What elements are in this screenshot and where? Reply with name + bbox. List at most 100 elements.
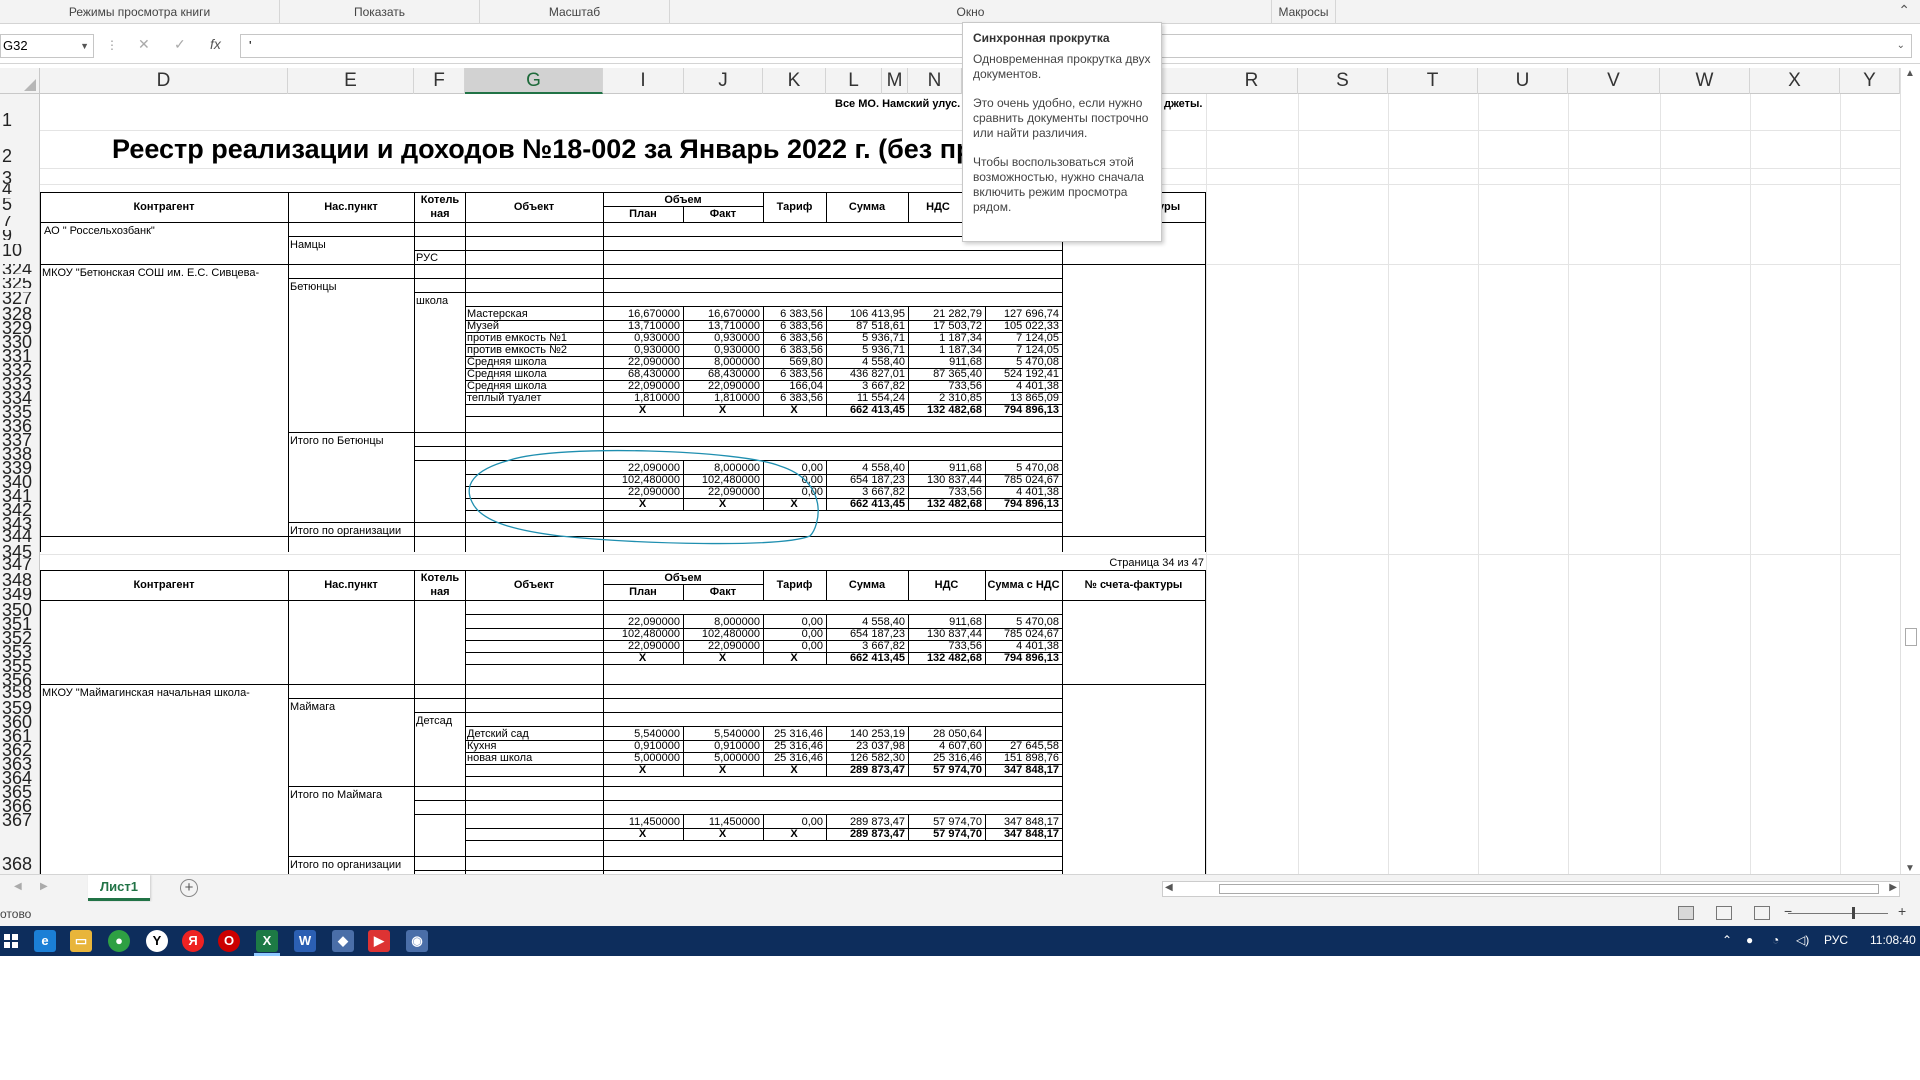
col-header[interactable]: K	[763, 68, 826, 94]
chevron-down-icon[interactable]: ▼	[80, 35, 89, 57]
row-header[interactable]: 5	[0, 198, 39, 210]
edge-icon[interactable]: e	[34, 930, 56, 952]
row-header[interactable]: 351	[0, 616, 39, 630]
col-header[interactable]: F	[414, 68, 465, 94]
scroll-up-icon[interactable]: ▲	[1905, 68, 1915, 79]
col-header[interactable]: M	[882, 68, 908, 94]
row-header[interactable]: 355	[0, 658, 39, 672]
row-header[interactable]: 329	[0, 320, 39, 334]
row-header[interactable]: 350	[0, 602, 39, 616]
row-header[interactable]: 347	[0, 558, 39, 570]
row-header[interactable]: 343	[0, 516, 39, 530]
word-icon[interactable]: W	[294, 930, 316, 952]
next-sheet-icon[interactable]: ▶	[40, 881, 48, 892]
col-header[interactable]: I	[603, 68, 684, 94]
row-header[interactable]: 7	[0, 216, 39, 226]
col-header[interactable]: U	[1478, 68, 1568, 94]
col-header[interactable]: E	[288, 68, 414, 94]
page-layout-view-icon[interactable]	[1716, 906, 1732, 920]
row-header[interactable]: 353	[0, 644, 39, 658]
row-header[interactable]: 336	[0, 418, 39, 432]
zoom-out-icon[interactable]: −	[1784, 903, 1792, 919]
row-header[interactable]: 4	[0, 184, 39, 194]
row-header[interactable]: 325	[0, 278, 39, 288]
ribbon-group-macros[interactable]: Макросы	[1272, 0, 1336, 24]
page-break-view-icon[interactable]	[1754, 906, 1770, 920]
add-sheet-icon[interactable]: +	[180, 879, 198, 897]
col-header[interactable]: Y	[1840, 68, 1900, 94]
row-header[interactable]: 364	[0, 770, 39, 784]
col-header[interactable]: W	[1660, 68, 1750, 94]
row-header[interactable]: 358	[0, 686, 39, 698]
row-header[interactable]: 334	[0, 390, 39, 404]
row-header[interactable]: 330	[0, 334, 39, 348]
row-header[interactable]: 338	[0, 446, 39, 460]
tray-chevron-icon[interactable]: ⌃	[1722, 933, 1732, 947]
sheet-tab[interactable]: Лист1	[88, 875, 150, 901]
explorer-icon[interactable]: ▭	[70, 930, 92, 952]
ribbon-group-show[interactable]: Показать	[280, 0, 480, 24]
row-header[interactable]: 2	[0, 144, 39, 168]
zoom-slider-knob[interactable]	[1852, 907, 1855, 919]
row-header[interactable]: 359	[0, 700, 39, 714]
horizontal-scrollbar[interactable]: ◀ ▶	[1162, 881, 1900, 897]
row-header[interactable]: 340	[0, 474, 39, 488]
row-header[interactable]: 9	[0, 230, 39, 240]
select-all-corner[interactable]	[0, 68, 40, 94]
windows-start-icon[interactable]	[4, 934, 18, 948]
row-header[interactable]: 367	[0, 812, 39, 826]
row-header[interactable]: 366	[0, 798, 39, 812]
row-header[interactable]: 335	[0, 404, 39, 418]
col-header[interactable]: J	[684, 68, 763, 94]
vertical-scrollbar[interactable]: ▲ ▼	[1900, 68, 1920, 874]
media-icon[interactable]: ▶	[368, 930, 390, 952]
clock[interactable]: 11:08:40	[1870, 933, 1916, 947]
name-box[interactable]: G32 ▼	[0, 34, 94, 58]
row-header[interactable]: 339	[0, 460, 39, 474]
prev-sheet-icon[interactable]: ◀	[14, 881, 22, 892]
row-header[interactable]: 368	[0, 856, 39, 870]
opera-icon[interactable]: O	[218, 930, 240, 952]
row-header[interactable]: 328	[0, 306, 39, 320]
row-header[interactable]: 333	[0, 376, 39, 390]
col-header[interactable]: V	[1568, 68, 1660, 94]
volume-icon[interactable]: ◁)	[1796, 933, 1809, 947]
row-header[interactable]: 341	[0, 488, 39, 502]
col-header[interactable]: R	[1206, 68, 1298, 94]
row-header[interactable]: 337	[0, 432, 39, 446]
row-header[interactable]: 362	[0, 742, 39, 756]
app-icon[interactable]: ◆	[332, 930, 354, 952]
row-header[interactable]: 348	[0, 572, 39, 586]
row-header[interactable]: 365	[0, 784, 39, 798]
row-header[interactable]: 363	[0, 756, 39, 770]
row-header[interactable]: 344	[0, 530, 39, 542]
wifi-icon[interactable]: ◔	[1772, 933, 1779, 947]
col-header[interactable]: D	[40, 68, 288, 94]
zoom-slider[interactable]	[1788, 907, 1888, 919]
enter-icon[interactable]: ✓	[174, 36, 186, 53]
row-header[interactable]: 331	[0, 348, 39, 362]
col-header-selected[interactable]: G	[465, 68, 603, 94]
microphone-icon[interactable]: ●	[1746, 933, 1753, 947]
row-header[interactable]: 1	[0, 110, 39, 130]
scroll-thumb[interactable]	[1905, 628, 1917, 646]
cancel-icon[interactable]: ✕	[138, 36, 150, 53]
expand-formula-icon[interactable]: ⌄	[1897, 35, 1905, 57]
zoom-in-icon[interactable]: +	[1898, 903, 1906, 919]
row-header[interactable]: 349	[0, 588, 39, 600]
scroll-thumb[interactable]	[1219, 884, 1879, 894]
row-header[interactable]: 324	[0, 264, 39, 274]
scroll-right-icon[interactable]: ▶	[1889, 882, 1897, 893]
fx-icon[interactable]: fx	[210, 36, 221, 52]
row-header[interactable]: 352	[0, 630, 39, 644]
row-header[interactable]: 345	[0, 544, 39, 558]
row-header[interactable]: 327	[0, 292, 39, 304]
col-header[interactable]: S	[1298, 68, 1388, 94]
row-header[interactable]: 356	[0, 672, 39, 686]
scroll-down-icon[interactable]: ▼	[1905, 863, 1915, 874]
row-header[interactable]: 361	[0, 728, 39, 742]
col-header[interactable]: L	[826, 68, 882, 94]
chrome-icon[interactable]: ●	[108, 930, 130, 952]
yandex-icon[interactable]: Y	[146, 930, 168, 952]
ribbon-group-view-modes[interactable]: Режимы просмотра книги	[0, 0, 280, 24]
